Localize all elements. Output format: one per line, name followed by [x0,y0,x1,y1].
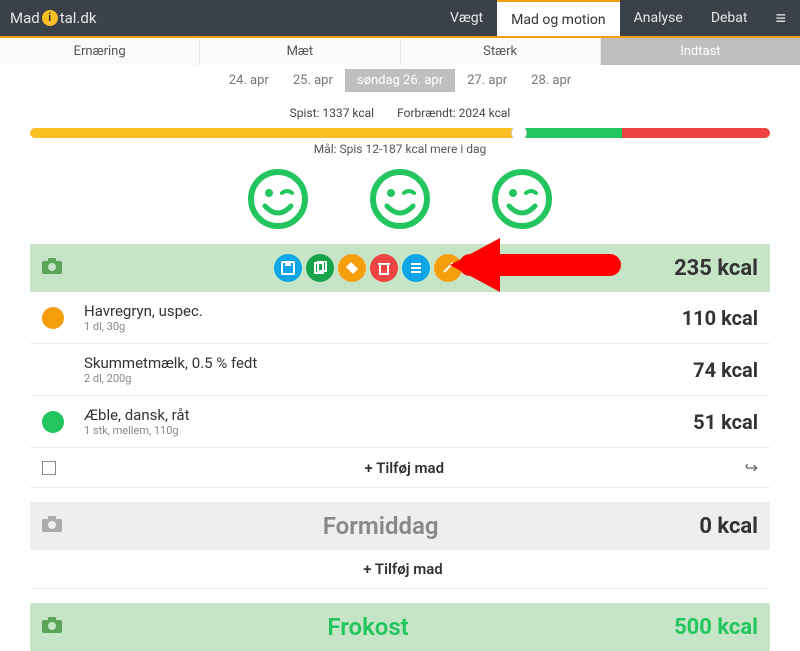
food-row[interactable]: Havregryn, uspec. 1 dl, 30g 110 kcal [30,292,770,344]
brand-post: tal.dk [60,9,97,27]
date-25[interactable]: 25. apr [281,69,345,92]
share-icon[interactable]: ↪ [745,458,758,477]
food-dot-icon [42,307,64,329]
food-name: Skummetmælk, 0.5 % fedt [84,354,693,372]
spist-label: Spist: 1337 kcal [290,106,374,120]
food-kcal: 51 kcal [693,410,758,434]
date-switcher: 24. apr 25. apr søndag 26. apr 27. apr 2… [0,65,800,96]
food-amount: 2 dl, 200g [84,372,693,385]
list-icon[interactable] [402,254,430,282]
goal-text: Mål: Spis 12-187 kcal mere i dag [0,138,800,164]
food-kcal: 74 kcal [693,358,758,382]
smiley-icon [369,168,431,230]
camera-icon[interactable] [42,516,62,537]
smiley-icon [247,168,309,230]
meal-total-kcal: 500 kcal [674,615,758,640]
food-row[interactable]: Skummetmælk, 0.5 % fedt 2 dl, 200g 74 kc… [30,344,770,396]
nav-analyse[interactable]: Analyse [620,0,697,36]
food-name: Æble, dansk, råt [84,406,693,424]
camera-icon[interactable] [42,258,62,279]
camera-icon[interactable] [42,617,62,638]
food-name: Havregryn, uspec. [84,302,682,320]
smiley-icon [491,168,553,230]
food-amount: 1 dl, 30g [84,320,682,333]
brand-pre: Mad [10,9,40,27]
tag-icon[interactable] [338,254,366,282]
save-icon[interactable] [274,254,302,282]
meal-header-formiddag[interactable]: Formiddag 0 kcal [30,502,770,550]
brand-o-icon: i [42,10,58,26]
subnav-indtast[interactable]: Indtast [601,38,800,65]
meal-total-kcal: 235 kcal [674,256,758,281]
date-28[interactable]: 28. apr [519,69,583,92]
meal-total-kcal: 0 kcal [699,514,758,539]
nav-debat[interactable]: Debat [697,0,762,36]
meal-title: Frokost [62,613,674,641]
smiley-row [0,164,800,244]
food-kcal: 110 kcal [682,306,758,330]
meal-header-frokost[interactable]: Frokost 500 kcal [30,603,770,651]
top-nav: Madital.dk Vægt Mad og motion Analyse De… [0,0,800,36]
date-26-selected[interactable]: søndag 26. apr [345,69,455,92]
food-amount: 1 stk, mellem, 110g [84,424,693,437]
meal-actions [62,254,674,282]
meal-title: Formiddag [62,512,699,540]
subnav-maet[interactable]: Mæt [200,38,400,65]
add-food-row: + Tilføj mad ↪ [30,448,770,488]
nav-mad-og-motion[interactable]: Mad og motion [497,0,620,36]
sub-nav: Ernæring Mæt Stærk Indtast [0,38,800,65]
delete-icon[interactable] [370,254,398,282]
brand-logo[interactable]: Madital.dk [0,9,96,27]
subnav-staerk[interactable]: Stærk [401,38,601,65]
meal-header-morgen: 235 kcal [30,244,770,292]
add-food-row: + Tilføj mad [30,550,770,589]
food-dot-icon [42,411,64,433]
forbraendt-label: Forbrændt: 2024 kcal [397,106,510,120]
date-24[interactable]: 24. apr [217,69,281,92]
checkbox[interactable] [42,461,56,475]
copy-icon[interactable] [306,254,334,282]
nav-vaegt[interactable]: Vægt [436,0,497,36]
add-food-button[interactable]: + Tilføj mad [64,560,742,578]
energy-bar [30,128,770,138]
menu-icon[interactable]: ≡ [761,8,800,29]
wand-icon[interactable] [434,254,462,282]
kcal-summary: Spist: 1337 kcal Forbrændt: 2024 kcal [0,96,800,124]
date-27[interactable]: 27. apr [455,69,519,92]
food-row[interactable]: Æble, dansk, råt 1 stk, mellem, 110g 51 … [30,396,770,448]
subnav-ernaering[interactable]: Ernæring [0,38,200,65]
add-food-button[interactable]: + Tilføj mad [64,459,745,477]
